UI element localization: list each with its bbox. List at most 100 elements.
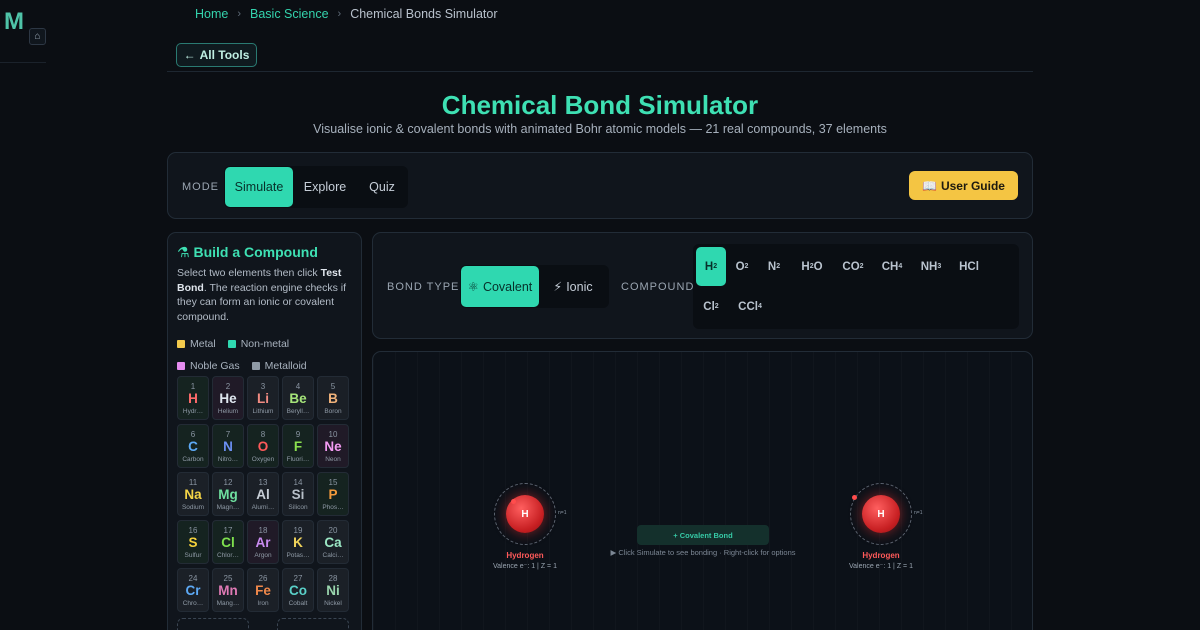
element-cell-p[interactable]: 15 P Phos… — [317, 472, 349, 516]
page-subtitle: Visualise ionic & covalent bonds with an… — [313, 122, 887, 136]
compound-nh3[interactable]: NH 3 — [913, 247, 949, 286]
element-cell-ne[interactable]: 10 Ne Neon — [317, 424, 349, 468]
element-cell-ni[interactable]: 28 Ni Nickel — [317, 568, 349, 612]
shell-label: n=1 — [558, 510, 567, 516]
bond-label-badge: + Covalent Bond — [637, 525, 769, 545]
mode-label: MODE — [182, 181, 219, 193]
element-name: Calci… — [322, 552, 344, 559]
atomic-number: 15 — [328, 478, 338, 487]
atomic-number: 26 — [258, 574, 268, 583]
element-name: Helium — [217, 408, 239, 415]
atom-right[interactable]: H n=1 Hydrogen Valence e⁻: 1 | Z = 1 — [849, 483, 950, 583]
divider — [0, 62, 46, 63]
legend-swatch — [177, 340, 185, 348]
all-tools-button[interactable]: ← All Tools — [176, 43, 257, 67]
atomic-number: 20 — [328, 526, 338, 535]
compound-o2[interactable]: O2 — [726, 247, 758, 286]
element-cell-cr[interactable]: 24 Cr Chro… — [177, 568, 209, 612]
element-cell-n[interactable]: 7 N Nitro… — [212, 424, 244, 468]
element-symbol: Mn — [218, 583, 238, 598]
atomic-number: 12 — [223, 478, 233, 487]
compound-co2[interactable]: CO 2 — [835, 247, 871, 286]
element-cell-f[interactable]: 9 F Fluori… — [282, 424, 314, 468]
compound-ch4[interactable]: CH 4 — [874, 247, 910, 286]
element-cell-ca[interactable]: 20 Ca Calci… — [317, 520, 349, 564]
legend-noble-gas: Noble Gas — [177, 360, 240, 372]
breadcrumb-category[interactable]: Basic Science — [250, 7, 329, 21]
element-cell-cl[interactable]: 17 Cl Chlor… — [212, 520, 244, 564]
breadcrumb-home[interactable]: Home — [195, 7, 228, 21]
site-logo[interactable]: M ⌂ — [0, 0, 46, 46]
tab-explore[interactable]: Explore — [293, 167, 357, 207]
element-symbol: Co — [289, 583, 307, 598]
element-cell-li[interactable]: 3 Li Lithium — [247, 376, 279, 420]
user-guide-button[interactable]: 📖 User Guide — [909, 171, 1018, 200]
logo-letter: M — [4, 8, 24, 35]
tab-covalent[interactable]: ⚛ Covalent — [461, 266, 539, 307]
element-symbol: K — [293, 535, 303, 550]
tab-ionic[interactable]: ⚡ Ionic — [539, 266, 607, 307]
legend-swatch — [227, 340, 236, 348]
element-name: Chlor… — [216, 552, 240, 559]
home-icon[interactable]: ⌂ — [29, 28, 46, 45]
element-cell-fe[interactable]: 26 Fe Iron — [247, 568, 279, 612]
element-cell-si[interactable]: 14 Si Silicon — [282, 472, 314, 516]
tab-quiz[interactable]: Quiz — [357, 167, 407, 207]
element-name: Argon — [254, 552, 272, 559]
element-slot-1[interactable] — [177, 618, 249, 630]
element-cell-al[interactable]: 13 Al Alumi… — [247, 472, 279, 516]
compound-hcl[interactable]: HCl — [952, 247, 986, 286]
nucleus: H — [862, 495, 900, 533]
element-name: Carbon — [182, 456, 204, 463]
element-symbol: Mg — [218, 487, 238, 502]
chevron-right-icon: › — [237, 8, 242, 20]
element-cell-he[interactable]: 2 He Helium — [212, 376, 244, 420]
element-symbol: Ne — [324, 439, 342, 454]
compound-n2[interactable]: N2 — [759, 247, 789, 286]
element-slot-2[interactable] — [277, 618, 349, 630]
atomic-number: 24 — [188, 574, 198, 583]
compound-cl2[interactable]: Cl 2 — [696, 287, 726, 326]
element-symbol: B — [328, 391, 338, 406]
element-cell-mn[interactable]: 25 Mn Mang… — [212, 568, 244, 612]
compound-h2[interactable]: H2 — [696, 247, 726, 286]
element-name: Neon — [325, 456, 341, 463]
element-cell-be[interactable]: 4 Be Beryll… — [282, 376, 314, 420]
atom-info: Valence e⁻: 1 | Z = 1 — [493, 563, 557, 570]
element-symbol: Ni — [326, 583, 340, 598]
element-cell-c[interactable]: 6 C Carbon — [177, 424, 209, 468]
divider — [167, 71, 1033, 72]
mode-tabs: Simulate Explore Quiz — [224, 166, 408, 208]
element-cell-s[interactable]: 16 S Sulfur — [177, 520, 209, 564]
atomic-number: 28 — [328, 574, 338, 583]
atomic-number: 5 — [330, 382, 336, 391]
element-name: Mang… — [216, 600, 240, 607]
element-name: Silicon — [288, 504, 308, 511]
element-name: Potas… — [286, 552, 310, 559]
element-cell-h[interactable]: 1 H Hydr… — [177, 376, 209, 420]
compound-h2o[interactable]: H2O — [792, 247, 832, 286]
element-cell-mg[interactable]: 12 Mg Magn… — [212, 472, 244, 516]
atom-left[interactable]: H n=1 Hydrogen Valence e⁻: 1 | Z = 1 — [493, 483, 594, 583]
element-cell-o[interactable]: 8 O Oxygen — [247, 424, 279, 468]
element-cell-na[interactable]: 11 Na Sodium — [177, 472, 209, 516]
atomic-number: 13 — [258, 478, 268, 487]
element-symbol: H — [188, 391, 198, 406]
lightning-icon: ⚡ — [553, 280, 563, 294]
element-name: Magn… — [216, 504, 240, 511]
element-cell-k[interactable]: 19 K Potas… — [282, 520, 314, 564]
legend-swatch — [251, 362, 260, 370]
tab-simulate[interactable]: Simulate — [225, 167, 293, 207]
atomic-number: 9 — [295, 430, 301, 439]
mode-panel: MODE Simulate Explore Quiz 📖 User Guide — [167, 152, 1033, 219]
simulation-stage[interactable]: H n=1 Hydrogen Valence e⁻: 1 | Z = 1 + C… — [372, 351, 1033, 630]
element-symbol: P — [328, 487, 338, 502]
element-cell-b[interactable]: 5 B Boron — [317, 376, 349, 420]
atom-info: Valence e⁻: 1 | Z = 1 — [849, 563, 913, 570]
element-symbol: Al — [256, 487, 270, 502]
atomic-number: 1 — [190, 382, 196, 391]
element-cell-ar[interactable]: 18 Ar Argon — [247, 520, 279, 564]
element-symbol: Cr — [185, 583, 201, 598]
element-cell-co[interactable]: 27 Co Cobalt — [282, 568, 314, 612]
compound-ccl4[interactable]: CCl 4 — [731, 287, 769, 326]
